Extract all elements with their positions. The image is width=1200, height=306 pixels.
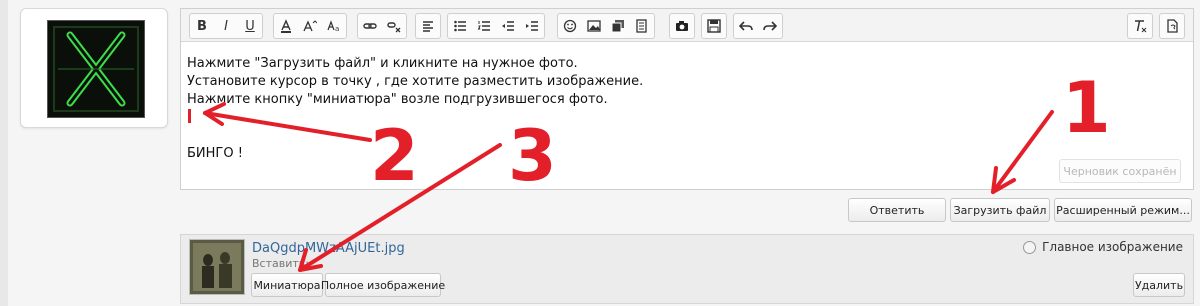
smiley-icon[interactable] — [558, 14, 582, 38]
thumbnail-button[interactable]: Миниатюра — [251, 273, 323, 297]
list-group — [447, 13, 545, 39]
main-image-radio[interactable] — [1023, 240, 1037, 254]
camera-icon[interactable] — [670, 14, 694, 38]
draft-saved-notice: Черновик сохранён — [1059, 159, 1181, 183]
outdent-icon[interactable] — [496, 14, 520, 38]
upload-file-button[interactable]: Загрузить файл — [950, 198, 1050, 222]
bold-button[interactable]: B — [190, 14, 214, 38]
delete-button[interactable]: Удалить — [1133, 273, 1185, 297]
history-group — [733, 13, 783, 39]
font-group: a — [273, 13, 347, 39]
bullet-list-icon[interactable] — [448, 14, 472, 38]
advanced-mode-button[interactable]: Расширенный режим... — [1054, 198, 1192, 222]
attachment-panel: DaQgdpMWzAAjUEt.jpg Вставить: Миниатюра … — [180, 234, 1194, 304]
redo-icon[interactable] — [758, 14, 782, 38]
font-family-icon[interactable]: a — [322, 14, 346, 38]
editor-line-2: Установите курсор в точку , где хотите р… — [187, 74, 644, 89]
font-color-icon[interactable] — [274, 14, 298, 38]
save-draft-icon[interactable] — [702, 14, 726, 38]
indent-icon[interactable] — [520, 14, 544, 38]
avatar-image — [48, 21, 144, 117]
media-icon[interactable] — [606, 14, 630, 38]
italic-button[interactable]: I — [214, 14, 238, 38]
attachment-filename[interactable]: DaQgdpMWzAAjUEt.jpg — [252, 241, 405, 256]
undo-icon[interactable] — [734, 14, 758, 38]
insert-label: Вставить: — [252, 257, 309, 270]
left-edge — [0, 0, 8, 306]
clear-format-icon[interactable] — [1128, 14, 1152, 38]
underline-button[interactable]: U — [238, 14, 262, 38]
avatar-card — [20, 8, 168, 128]
code-icon[interactable] — [630, 14, 654, 38]
save-group — [701, 13, 727, 39]
font-size-icon[interactable] — [298, 14, 322, 38]
align-group — [415, 13, 441, 39]
clear-format-group — [1127, 13, 1153, 39]
link-icon[interactable] — [358, 14, 382, 38]
align-left-icon[interactable] — [416, 14, 440, 38]
editor-line-1: Нажмите "Загрузить файл" и кликните на н… — [187, 56, 578, 71]
link-group — [357, 13, 407, 39]
format-group: B I U — [189, 13, 263, 39]
image-icon[interactable] — [582, 14, 606, 38]
svg-text:a: a — [335, 25, 339, 33]
full-image-button[interactable]: Полное изображение — [321, 273, 445, 297]
cursor-position-mark — [188, 109, 191, 123]
camera-group — [669, 13, 695, 39]
toggle-bbcode-icon[interactable] — [1160, 14, 1184, 38]
message-editor: B I U a Нажмите "Загрузить файл" и кликн… — [180, 8, 1194, 190]
unlink-icon[interactable] — [382, 14, 406, 38]
editor-line-3: Нажмите кнопку "миниатюра" возле подгруз… — [187, 92, 608, 107]
photo-icon — [190, 240, 244, 294]
editor-text-area[interactable]: Нажмите "Загрузить файл" и кликните на н… — [181, 42, 1193, 189]
attachment-thumbnail[interactable] — [189, 239, 245, 295]
insert-group — [557, 13, 655, 39]
reply-button[interactable]: Ответить — [848, 198, 946, 222]
toggle-bbcode-group — [1159, 13, 1185, 39]
avatar[interactable] — [47, 20, 145, 118]
editor-toolbar: B I U a — [181, 9, 1193, 42]
main-image-label: Главное изображение — [1042, 240, 1183, 254]
editor-line-6: БИНГО ! — [187, 146, 243, 161]
main-image-option[interactable]: Главное изображение — [1023, 240, 1183, 254]
numbered-list-icon[interactable] — [472, 14, 496, 38]
